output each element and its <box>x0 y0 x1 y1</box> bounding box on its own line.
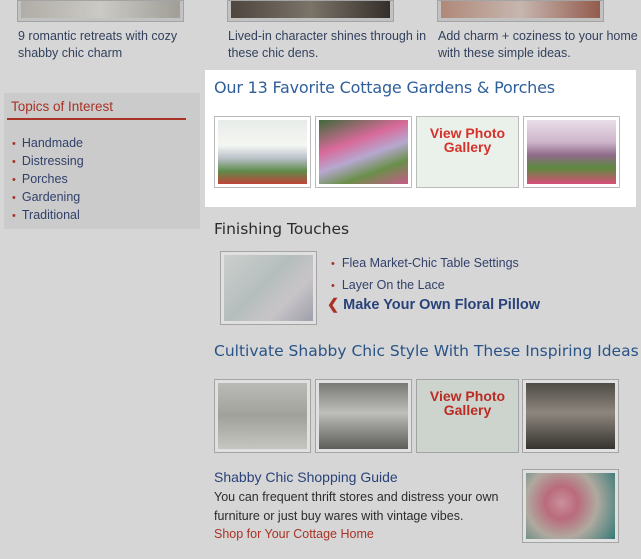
cultivate-view-gallery-label: View Photo Gallery <box>429 388 506 418</box>
view-photo-gallery-button[interactable]: View Photo Gallery <box>416 116 519 188</box>
link-layer-on-lace[interactable]: Layer On the Lace <box>331 275 519 297</box>
shop-cottage-home-link[interactable]: Shop for Your Cottage Home <box>214 527 374 541</box>
cultivate-view-gallery-button[interactable]: View Photo Gallery <box>416 379 519 453</box>
topic-link-porches[interactable]: Porches <box>12 171 84 189</box>
topic-link-gardening[interactable]: Gardening <box>12 189 84 207</box>
finishing-touches-title: Finishing Touches <box>214 220 350 238</box>
topics-sidebar: Topics of Interest Handmade Distressing … <box>4 93 200 229</box>
finishing-touches-links: Flea Market-Chic Table Settings Layer On… <box>331 253 519 297</box>
gallery-thumb-cottage[interactable] <box>523 116 620 188</box>
shopping-guide-description: You can frequent thrift stores and distr… <box>214 490 499 523</box>
promo-image-1[interactable] <box>17 0 184 22</box>
promo-image-3[interactable] <box>437 0 604 22</box>
topics-list: Handmade Distressing Porches Gardening T… <box>12 135 84 225</box>
topic-link-traditional[interactable]: Traditional <box>12 207 84 225</box>
cultivate-thumb-3[interactable] <box>522 379 619 453</box>
make-floral-pillow-label: Make Your Own Floral Pillow <box>343 297 541 313</box>
featured-title[interactable]: Our 13 Favorite Cottage Gardens & Porche… <box>214 78 555 97</box>
topic-link-handmade[interactable]: Handmade <box>12 135 84 153</box>
sidebar-title: Topics of Interest <box>11 99 114 114</box>
promo-text-3[interactable]: Add charm + coziness to your home with t… <box>438 28 638 62</box>
cultivate-thumb-1[interactable] <box>214 379 311 453</box>
chevron-left-icon: ❮ <box>327 297 340 313</box>
finishing-touches-thumb[interactable] <box>220 251 317 325</box>
promo-text-1[interactable]: 9 romantic retreats with cozy shabby chi… <box>18 28 203 62</box>
topic-link-distressing[interactable]: Distressing <box>12 153 84 171</box>
shopping-guide-title[interactable]: Shabby Chic Shopping Guide <box>214 469 398 485</box>
link-flea-market-table[interactable]: Flea Market-Chic Table Settings <box>331 253 519 275</box>
cultivate-title[interactable]: Cultivate Shabby Chic Style With These I… <box>214 342 639 360</box>
cultivate-thumb-2[interactable] <box>315 379 412 453</box>
featured-gallery-module: Our 13 Favorite Cottage Gardens & Porche… <box>205 70 636 207</box>
promo-image-2[interactable] <box>227 0 394 22</box>
make-floral-pillow-link[interactable]: ❮ Make Your Own Floral Pillow <box>327 297 540 313</box>
view-photo-gallery-label: View Photo Gallery <box>429 125 506 155</box>
gallery-thumb-porch[interactable] <box>214 116 311 188</box>
sidebar-divider <box>7 118 186 120</box>
gallery-thumb-garden-fence[interactable] <box>315 116 412 188</box>
shopping-guide-thumb[interactable] <box>522 469 619 543</box>
promo-text-2[interactable]: Lived-in character shines through in the… <box>228 28 428 62</box>
